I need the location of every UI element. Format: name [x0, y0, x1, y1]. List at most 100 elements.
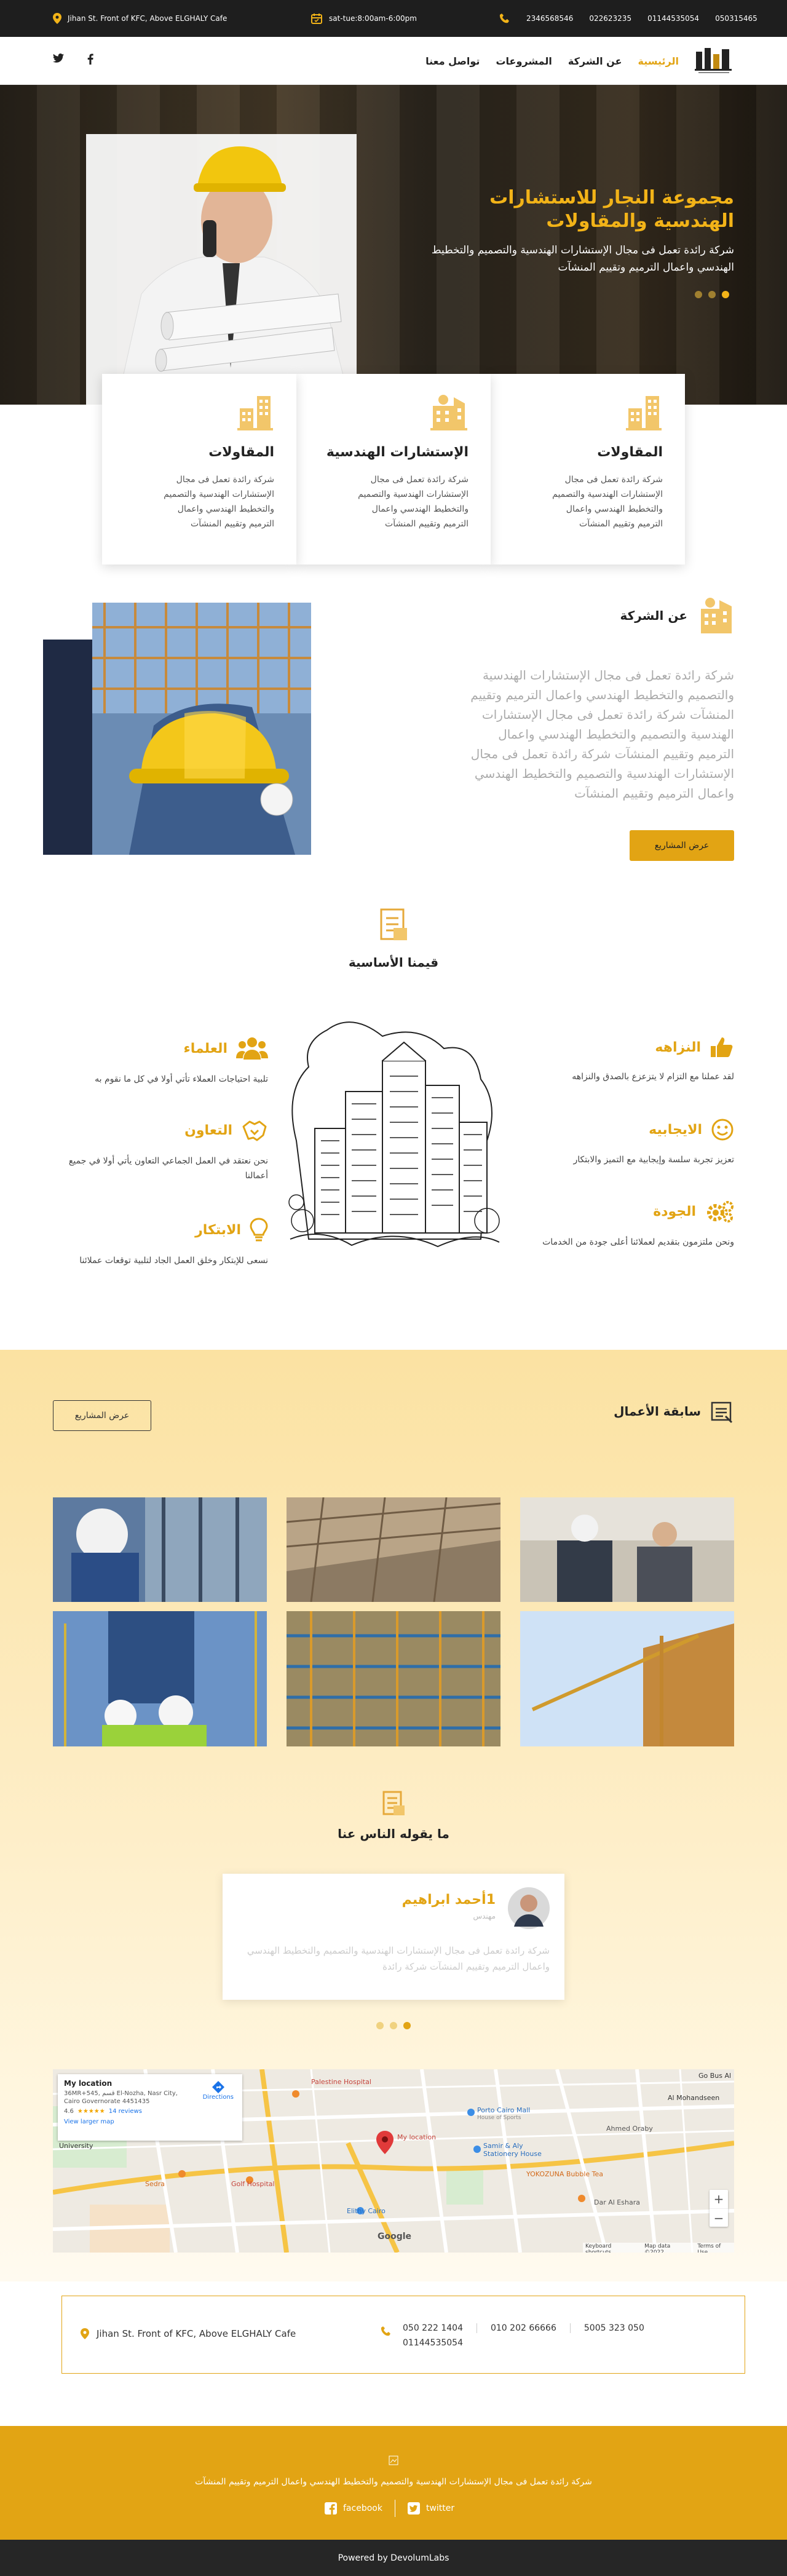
value-title: الجودة: [653, 1203, 696, 1219]
value-text: نسعى للإبتكار وخلق العمل الجاد لتلبية تو…: [79, 1256, 268, 1266]
map-label-sedra: Sedra: [145, 2180, 165, 2188]
gears-icon: [707, 1201, 734, 1223]
contact-phone-1[interactable]: 050 222 1404: [403, 2323, 477, 2333]
project-photo-5[interactable]: [287, 1611, 500, 1746]
contact-phone-3[interactable]: 5005 323 050: [571, 2323, 644, 2333]
hero-slider: مجموعة النجار للاستشارات الهندسية والمقا…: [0, 85, 787, 405]
contact-address: Jihan St. Front of KFC, Above ELGHALY Ca…: [81, 2328, 296, 2339]
building-icon: [626, 396, 662, 430]
view-larger-map-link[interactable]: View larger map: [64, 2118, 236, 2125]
map-zoom-controls: + −: [710, 2190, 728, 2227]
brand-logo[interactable]: [694, 44, 734, 75]
testimonial-dot-1[interactable]: [376, 2022, 384, 2029]
value-title: الايجابيه: [649, 1122, 702, 1138]
topbar-address-text: Jihan St. Front of KFC, Above ELGHALY Ca…: [68, 14, 227, 23]
nav-projects[interactable]: المشروعات: [496, 55, 552, 67]
value-title: العلماء: [183, 1040, 227, 1056]
value-title: التعاون: [184, 1122, 232, 1138]
engineer-image: [86, 134, 357, 405]
service-card-2[interactable]: الإستشارات الهندسية شركة رائدة تعمل فى م…: [296, 374, 491, 565]
map-info-box: My location 36MR+545, قسم El-Nozha, Nasr…: [58, 2074, 242, 2141]
topbar-hours: sat-tue:8:00am-6:00pm: [310, 0, 417, 37]
slider-dot-1[interactable]: [695, 291, 702, 298]
footer-logo-icon: [389, 2455, 398, 2465]
thumbs-up-icon: [711, 1037, 733, 1057]
nav-menu: الرئيسية عن الشركة المشروعات تواصل معنا: [425, 37, 679, 85]
topbar-hours-text: sat-tue:8:00am-6:00pm: [329, 14, 417, 23]
slider-dot-3[interactable]: [722, 291, 729, 298]
service-card-3[interactable]: المقاولات شركة رائدة تعمل فى مجال الإستش…: [102, 374, 296, 565]
footer-facebook-link[interactable]: facebook: [325, 2502, 382, 2515]
footer-twitter-link[interactable]: twitter: [407, 2502, 454, 2515]
facebook-icon[interactable]: [87, 54, 93, 65]
testimonial-dot-3[interactable]: [403, 2022, 411, 2029]
contact-phone-4[interactable]: 01144535054: [403, 2338, 463, 2348]
testimonial-text: شركة رائدة تعمل فى مجال الإستشارات الهند…: [247, 1945, 550, 1972]
testimonial-dot-2[interactable]: [390, 2022, 397, 2029]
map-shortcuts[interactable]: Keyboard shortcuts: [585, 2243, 637, 2253]
map-label-golf: Golf Hospital: [231, 2180, 275, 2188]
zoom-out-button[interactable]: −: [710, 2208, 728, 2227]
footer-social: facebook twitter: [325, 2500, 454, 2517]
value-item-innovation: الابتكار نسعى للإبتكار وخلق العمل الجاد …: [53, 1218, 268, 1268]
directions-icon: [212, 2081, 224, 2093]
project-photo-1[interactable]: [53, 1497, 267, 1602]
users-icon: [236, 1037, 268, 1060]
twitter-icon: [407, 2502, 420, 2515]
value-item-quality: الجودة ونحن ملتزمون بتقديم لعملائنا أعلى…: [531, 1199, 734, 1250]
map-label-ahmed: Ahmed Oraby: [606, 2125, 653, 2133]
project-photo-3[interactable]: [520, 1497, 734, 1602]
project-photo-6[interactable]: [520, 1611, 734, 1746]
map-label-elithy: Elithy Cairo: [347, 2207, 386, 2215]
about-title: عن الشركة: [620, 608, 687, 623]
works-section: سابقة الأعمال عرض المشاريع ما يقوله النا…: [0, 1350, 787, 2374]
footer: شركة رائدة تعمل فى مجال الإستشارات الهند…: [0, 2426, 787, 2540]
social-links: [53, 54, 93, 65]
contact-phone-2[interactable]: 010 202 66666: [477, 2323, 571, 2333]
value-item-integrity: النزاهه لقد عملنا مع التزام لا يتزعزع با…: [531, 1036, 734, 1084]
about-projects-button[interactable]: عرض المشاريع: [630, 830, 734, 861]
map-terms[interactable]: Terms of Use: [697, 2243, 732, 2253]
facebook-icon: [325, 2502, 337, 2515]
rating-stars-icon: ★★★★★: [77, 2108, 105, 2115]
slider-dot-2[interactable]: [708, 291, 716, 298]
hardhat-image: [92, 603, 311, 855]
directions-button[interactable]: Directions: [203, 2080, 234, 2101]
project-photo-2[interactable]: [287, 1497, 500, 1602]
works-projects-button[interactable]: عرض المشاريع: [53, 1400, 151, 1431]
powered-by-text[interactable]: Powered by DevolumLabs: [338, 2553, 449, 2563]
location-pin-icon: [53, 13, 61, 24]
google-map[interactable]: Palestine Hospital Porto Cairo Mall Hous…: [53, 2069, 734, 2253]
contact-box: Jihan St. Front of KFC, Above ELGHALY Ca…: [61, 2296, 745, 2374]
phone-2[interactable]: 022623235: [589, 14, 631, 23]
logo-icon: [695, 48, 732, 73]
service-card-title: المقاولات: [208, 445, 274, 460]
works-title: سابقة الأعمال: [614, 1404, 701, 1419]
phone-1[interactable]: 2346568546: [526, 14, 573, 23]
testimonial-name: 1أحمد ابراهيم: [401, 1892, 496, 1908]
testimonial-card: 1أحمد ابراهيم مهندس شركة رائدة تعمل فى م…: [223, 1874, 564, 2000]
about-text: شركة رائدة تعمل فى مجال الإستشارات الهند…: [470, 668, 734, 801]
location-pin-icon: [81, 2328, 89, 2339]
about-building-icon: [701, 598, 732, 633]
zoom-in-button[interactable]: +: [710, 2190, 728, 2208]
nav-about[interactable]: عن الشركة: [568, 55, 622, 67]
phone-4[interactable]: 050315465: [715, 14, 757, 23]
hero-text: شركة رائدة تعمل فى مجال الإستشارات الهند…: [431, 244, 734, 274]
value-item-positivity: الايجابيه تعزيز تجربة سلسة وإيجابية مع ا…: [531, 1118, 734, 1167]
reviews-link[interactable]: 14 reviews: [109, 2108, 142, 2115]
map-label-dar: Dar Al Eshara: [594, 2198, 640, 2206]
hero-title: مجموعة النجار للاستشارات الهندسية والمقا…: [489, 187, 734, 232]
phone-3[interactable]: 01144535054: [647, 14, 699, 23]
service-card-1[interactable]: المقاولات شركة رائدة تعمل فى مجال الإستش…: [491, 374, 685, 565]
project-photo-4[interactable]: [53, 1611, 267, 1746]
topbar-address: Jihan St. Front of KFC, Above ELGHALY Ca…: [53, 0, 227, 37]
nav-contact[interactable]: تواصل معنا: [425, 55, 480, 67]
contact-address-text: Jihan St. Front of KFC, Above ELGHALY Ca…: [97, 2328, 296, 2339]
map-label-mohandseen: Al Mohandseen: [668, 2094, 720, 2102]
nav-home[interactable]: الرئيسية: [638, 55, 679, 67]
about-image-accent: [43, 640, 92, 855]
map-label-porto: Porto Cairo Mall: [477, 2106, 531, 2114]
twitter-icon[interactable]: [53, 54, 64, 63]
values-title: قيمنا الأساسية: [348, 955, 439, 970]
